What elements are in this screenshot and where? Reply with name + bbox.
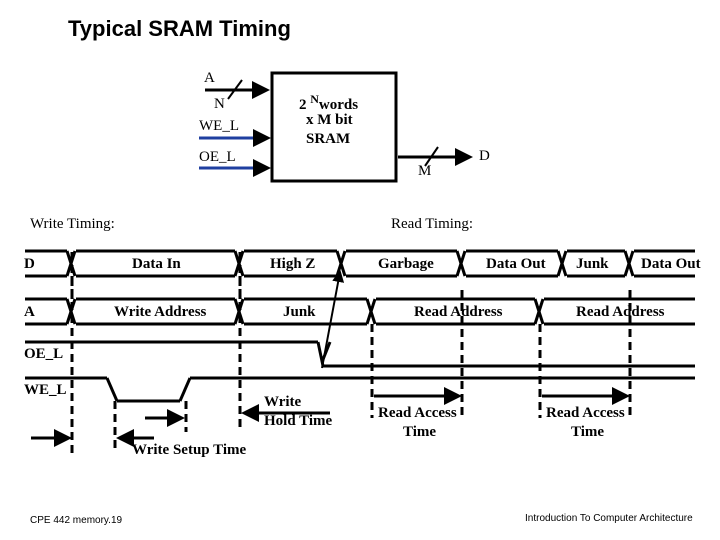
a-bus-segment: Read Address bbox=[414, 304, 503, 320]
data-width-label: M bbox=[418, 163, 432, 179]
d-bus-segment: Data Out bbox=[486, 256, 546, 272]
a-bus-segment: Junk bbox=[283, 304, 316, 320]
d-bus-segment: High Z bbox=[270, 256, 316, 272]
sram-size-line2: x M bit bbox=[306, 112, 353, 128]
read-access-label-2b: Time bbox=[571, 424, 605, 440]
write-setup-label: Write Setup Time bbox=[132, 442, 247, 458]
a-bus-segment: Write Address bbox=[114, 304, 207, 320]
read-access-label-1b: Time bbox=[403, 424, 437, 440]
a-bus-segment: Read Address bbox=[576, 304, 665, 320]
signal-d-label: D bbox=[24, 256, 35, 272]
we-waveform bbox=[178, 377, 192, 402]
sram-size-line1: 2 Nwords bbox=[299, 92, 359, 113]
read-access-label-1: Read Access bbox=[378, 405, 457, 421]
d-bus-segment: Junk bbox=[576, 256, 609, 272]
d-bus-segment: Data In bbox=[132, 256, 181, 272]
oe-label: OE_L bbox=[199, 149, 236, 165]
signal-oe-label: OE_L bbox=[24, 346, 64, 362]
footer-right: Introduction To Computer Architecture bbox=[525, 513, 693, 524]
d-bus-segment: Data Out bbox=[641, 256, 701, 272]
signal-a-label: A bbox=[24, 304, 35, 320]
sram-size-line3: SRAM bbox=[306, 131, 351, 147]
address-width-label: N bbox=[214, 96, 225, 112]
timing-diagram bbox=[25, 71, 695, 455]
write-hold-label-1: Write bbox=[264, 394, 302, 410]
data-output-label: D bbox=[479, 148, 490, 164]
read-access-label-2: Read Access bbox=[546, 405, 625, 421]
footer-left: CPE 442 memory.19 bbox=[30, 515, 123, 526]
signal-we-label: WE_L bbox=[24, 382, 67, 398]
write-hold-label-2: Hold Time bbox=[264, 413, 333, 429]
address-label: A bbox=[204, 70, 215, 86]
we-waveform bbox=[105, 377, 119, 402]
read-timing-label: Read Timing: bbox=[391, 216, 474, 232]
oe-to-data-arrow bbox=[321, 270, 345, 369]
write-timing-label: Write Timing: bbox=[30, 216, 115, 232]
we-label: WE_L bbox=[199, 118, 239, 134]
d-bus-segment: Garbage bbox=[378, 256, 434, 272]
